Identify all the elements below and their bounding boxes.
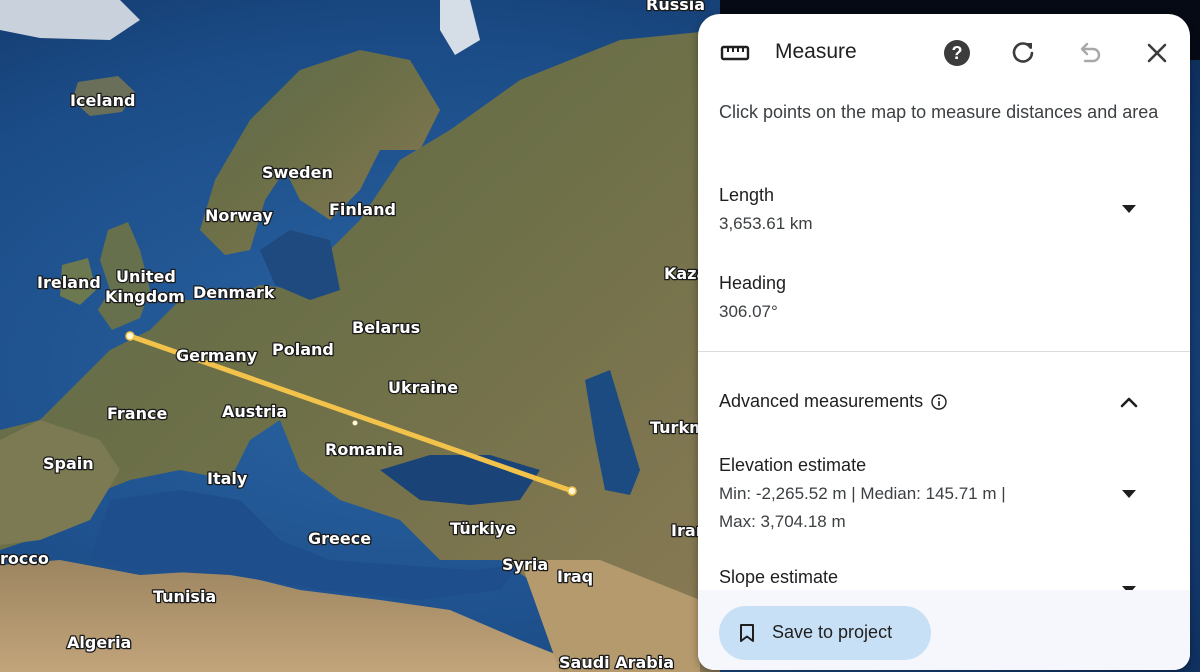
elevation-value-line1: Min: -2,265.52 m | Median: 145.71 m | xyxy=(719,484,1006,503)
label-italy: Italy xyxy=(207,469,248,488)
route-end-point[interactable] xyxy=(567,486,577,496)
label-poland: Poland xyxy=(272,340,334,359)
label-russia: Russia xyxy=(646,0,705,14)
panel-title: Measure xyxy=(775,40,857,63)
help-icon[interactable]: ? xyxy=(942,38,972,68)
label-austria: Austria xyxy=(222,402,287,421)
elevation-label: Elevation estimate xyxy=(719,455,867,475)
close-icon[interactable] xyxy=(1142,38,1172,68)
route-start-point[interactable] xyxy=(125,331,135,341)
measure-panel: Measure ? Click points on the map to mea… xyxy=(698,14,1190,670)
label-tunisia: Tunisia xyxy=(153,587,216,606)
route-mid-point[interactable] xyxy=(352,420,358,426)
measure-instructions: Click points on the map to measure dista… xyxy=(719,102,1159,122)
save-to-project-button[interactable]: Save to project xyxy=(719,606,931,660)
label-ukraine: Ukraine xyxy=(388,378,458,397)
label-kingdom: Kingdom xyxy=(105,287,185,306)
label-france: France xyxy=(107,404,167,423)
bookmark-icon xyxy=(737,622,757,644)
label-norway: Norway xyxy=(205,206,273,225)
label-finland: Finland xyxy=(329,200,396,219)
label-greece: Greece xyxy=(308,529,371,548)
refresh-icon[interactable] xyxy=(1008,38,1038,68)
label-sweden: Sweden xyxy=(262,163,333,182)
length-label: Length xyxy=(719,185,775,205)
label-belarus: Belarus xyxy=(352,318,420,337)
elevation-dropdown-icon[interactable] xyxy=(1118,483,1140,505)
panel-header: Measure ? xyxy=(698,14,1190,92)
advanced-measurements-label: Advanced measurements xyxy=(719,391,924,411)
label-denmark: Denmark xyxy=(193,283,275,302)
panel-footer: Save to project xyxy=(698,590,1190,670)
heading-label: Heading xyxy=(719,273,787,293)
label-iceland: Iceland xyxy=(70,91,135,110)
label-syria: Syria xyxy=(502,555,548,574)
length-dropdown-icon[interactable] xyxy=(1118,198,1140,220)
save-to-project-label: Save to project xyxy=(772,622,893,642)
label-germany: Germany xyxy=(176,346,258,365)
label-iraq: Iraq xyxy=(557,567,593,586)
svg-text:?: ? xyxy=(952,43,963,63)
slope-label: Slope estimate xyxy=(719,567,839,587)
heading-value: 306.07° xyxy=(719,302,778,321)
greenland xyxy=(0,0,140,40)
elevation-value-line2: Max: 3,704.18 m xyxy=(719,512,846,531)
section-divider xyxy=(698,351,1190,352)
advanced-measurements-header[interactable]: Advanced measurements xyxy=(719,391,947,412)
ruler-icon xyxy=(720,41,750,65)
label-algeria: Algeria xyxy=(67,633,131,652)
label-united: United xyxy=(116,267,176,286)
label-spain: Spain xyxy=(43,454,94,473)
chevron-up-icon[interactable] xyxy=(1118,391,1140,413)
label-morocco: rocco xyxy=(0,549,49,568)
label-turkiye: Türkiye xyxy=(450,519,516,538)
label-romania: Romania xyxy=(325,440,403,459)
label-ireland: Ireland xyxy=(37,273,101,292)
label-saudi-arabia: Saudi Arabia xyxy=(559,653,674,672)
undo-icon[interactable] xyxy=(1075,38,1105,68)
info-icon[interactable] xyxy=(931,393,947,410)
length-value: 3,653.61 km xyxy=(719,214,813,233)
